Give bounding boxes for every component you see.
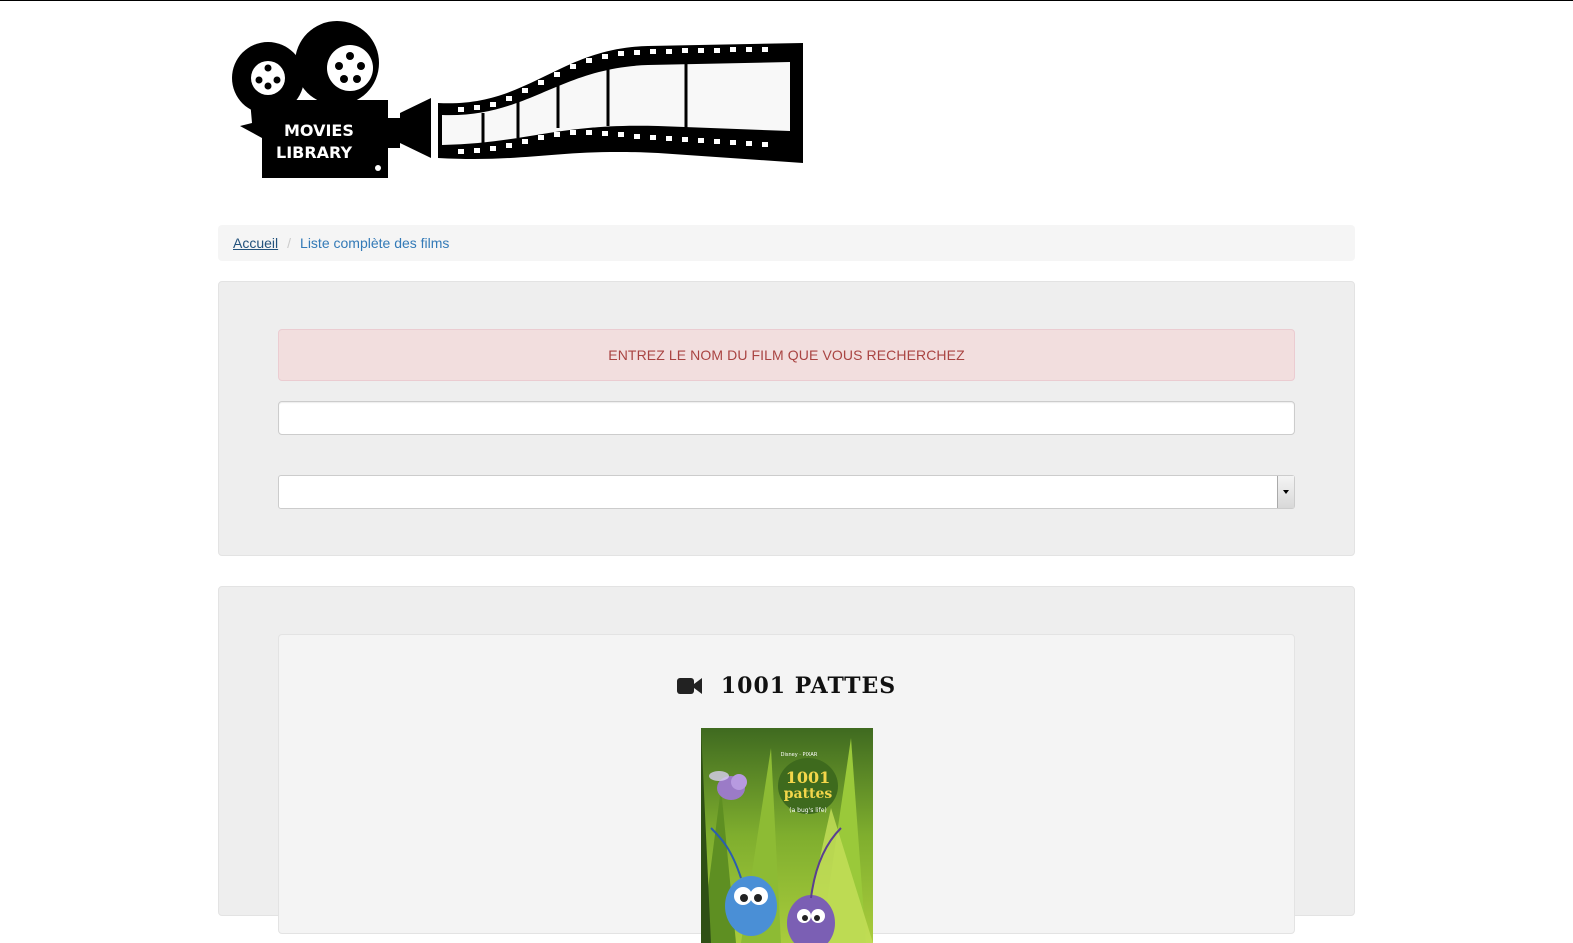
movie-camera-logo-icon: MOVIES LIBRARY [232, 21, 803, 178]
movie-poster-image[interactable]: 1001 pattes (a bug's life) Disney · PIXA… [701, 728, 873, 943]
svg-text:MOVIES: MOVIES [284, 121, 354, 140]
top-border [0, 0, 1573, 1]
breadcrumb-home-link[interactable]: Accueil [233, 235, 278, 251]
movie-card[interactable]: 1001 PATTES 1001 pattes (a bug's life) D… [278, 634, 1295, 943]
breadcrumb-current: Liste complète des films [300, 235, 450, 251]
movie-title: 1001 PATTES [720, 673, 897, 699]
breadcrumb: Accueil / Liste complète des films [218, 225, 1355, 261]
movie-select-dropdown[interactable] [278, 475, 1295, 509]
svg-text:1001: 1001 [786, 768, 831, 787]
results-panel: 1001 PATTES 1001 pattes (a bug's life) D… [218, 586, 1355, 943]
search-prompt-alert: ENTREZ LE NOM DU FILM QUE VOUS RECHERCHE… [278, 329, 1295, 381]
movie-title-row: 1001 PATTES [279, 673, 1294, 699]
svg-text:pattes: pattes [784, 786, 833, 802]
site-logo[interactable]: MOVIES LIBRARY [228, 18, 808, 186]
svg-text:LIBRARY: LIBRARY [276, 143, 352, 162]
svg-text:(a bug's life): (a bug's life) [789, 807, 827, 814]
chevron-down-icon[interactable] [1277, 476, 1294, 508]
search-panel: ENTREZ LE NOM DU FILM QUE VOUS RECHERCHE… [218, 281, 1355, 556]
video-camera-icon [676, 678, 702, 694]
svg-text:Disney · PIXAR: Disney · PIXAR [781, 752, 818, 758]
movie-search-input[interactable] [278, 401, 1295, 435]
breadcrumb-separator: / [287, 235, 292, 251]
